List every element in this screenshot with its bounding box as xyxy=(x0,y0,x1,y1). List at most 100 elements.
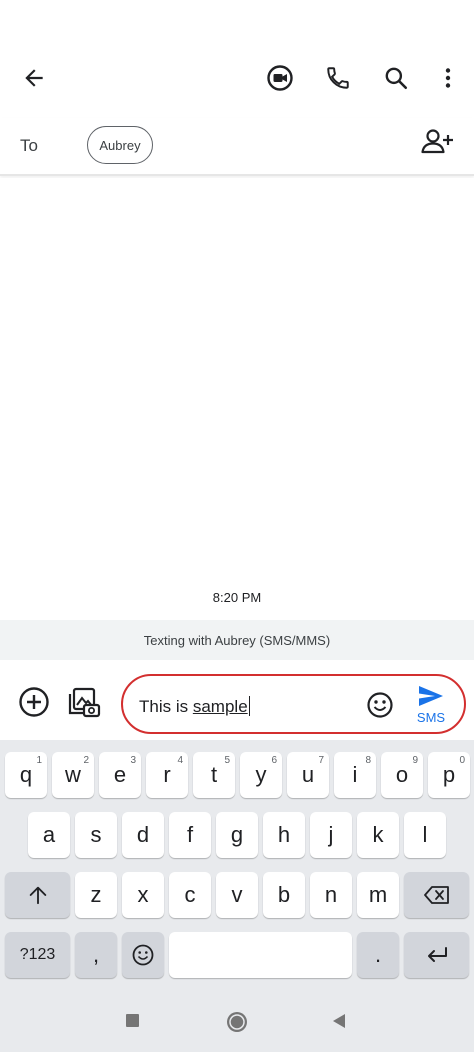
recents-square-icon xyxy=(126,1014,139,1027)
key-y[interactable]: y6 xyxy=(240,752,282,798)
key-hint: 1 xyxy=(36,755,42,766)
add-attachment-button[interactable] xyxy=(14,682,54,727)
recents-button[interactable] xyxy=(124,1012,142,1035)
phone-call-button[interactable] xyxy=(316,56,360,100)
key-w[interactable]: w2 xyxy=(52,752,94,798)
enter-arrow-icon xyxy=(427,947,447,962)
key-hint: 0 xyxy=(459,755,465,766)
key-x[interactable]: x xyxy=(122,872,164,918)
add-person-icon xyxy=(421,129,453,154)
key-label: u xyxy=(301,762,315,787)
system-nav-bar xyxy=(0,996,474,1052)
emoji-icon xyxy=(132,944,154,966)
back-button[interactable] xyxy=(12,56,56,100)
key-z[interactable]: z xyxy=(75,872,117,918)
key-label: t xyxy=(210,762,218,787)
key-n[interactable]: n xyxy=(310,872,352,918)
arrow-back-icon xyxy=(25,69,43,87)
recipient-chip[interactable]: Aubrey xyxy=(87,126,153,164)
period-key[interactable]: . xyxy=(357,932,399,978)
shift-key[interactable] xyxy=(5,872,70,918)
emoji-key[interactable] xyxy=(122,932,164,978)
key-label: r xyxy=(163,762,171,787)
key-hint: 9 xyxy=(412,755,418,766)
key-j[interactable]: j xyxy=(310,812,352,858)
key-label: i xyxy=(352,762,358,787)
back-triangle-icon xyxy=(333,1014,345,1028)
key-g[interactable]: g xyxy=(216,812,258,858)
key-label: w xyxy=(65,762,81,787)
key-u[interactable]: u7 xyxy=(287,752,329,798)
top-app-bar xyxy=(0,0,474,118)
key-hint: 5 xyxy=(224,755,230,766)
symbols-key[interactable]: ?123 xyxy=(5,932,70,978)
send-sms-button[interactable]: SMS xyxy=(411,684,451,726)
key-c[interactable]: c xyxy=(169,872,211,918)
phone-icon xyxy=(327,67,349,89)
key-k[interactable]: k xyxy=(357,812,399,858)
key-s[interactable]: s xyxy=(75,812,117,858)
recipient-row: To Aubrey xyxy=(0,118,474,176)
key-i[interactable]: i8 xyxy=(334,752,376,798)
key-r[interactable]: r4 xyxy=(146,752,188,798)
key-label: q xyxy=(19,762,33,787)
search-icon xyxy=(385,67,408,90)
video-call-button[interactable] xyxy=(258,56,302,100)
key-a[interactable]: a xyxy=(28,812,70,858)
add-circle-icon xyxy=(19,687,49,717)
home-circle-icon xyxy=(227,1012,247,1032)
emoji-icon xyxy=(367,692,393,718)
add-recipient-button[interactable] xyxy=(420,127,454,162)
emoji-button[interactable] xyxy=(366,691,394,724)
compose-bar: This is sample SMS xyxy=(0,660,474,740)
send-icon xyxy=(419,686,443,706)
key-b[interactable]: b xyxy=(263,872,305,918)
send-label: SMS xyxy=(416,710,446,725)
key-hint: 6 xyxy=(271,755,277,766)
key-q[interactable]: q1 xyxy=(5,752,47,798)
more-options-button[interactable] xyxy=(426,56,470,100)
message-text-composing: sample xyxy=(192,697,248,716)
enter-key[interactable] xyxy=(404,932,469,978)
texting-notice: Texting with Aubrey (SMS/MMS) xyxy=(0,620,474,660)
home-button[interactable] xyxy=(225,1010,249,1039)
key-label: y xyxy=(255,762,267,787)
message-input[interactable]: This is sample SMS xyxy=(121,674,466,734)
backspace-key[interactable] xyxy=(404,872,469,918)
key-m[interactable]: m xyxy=(357,872,399,918)
space-key[interactable] xyxy=(169,932,352,978)
key-e[interactable]: e3 xyxy=(99,752,141,798)
comma-key[interactable]: , xyxy=(75,932,117,978)
soft-keyboard: q1 w2 e3 r4 t5 y6 u7 i8 o9 p0 a s d f g … xyxy=(0,740,474,996)
key-f[interactable]: f xyxy=(169,812,211,858)
key-label: o xyxy=(395,762,409,787)
gallery-camera-icon xyxy=(68,687,101,718)
key-p[interactable]: p0 xyxy=(428,752,470,798)
conversation-area xyxy=(0,178,474,620)
key-hint: 2 xyxy=(83,755,89,766)
search-button[interactable] xyxy=(374,56,418,100)
message-timestamp: 8:20 PM xyxy=(212,590,262,605)
key-hint: 4 xyxy=(177,755,183,766)
key-h[interactable]: h xyxy=(263,812,305,858)
text-caret xyxy=(248,696,250,716)
backspace-icon xyxy=(423,886,449,904)
key-d[interactable]: d xyxy=(122,812,164,858)
to-label: To xyxy=(20,136,38,155)
key-o[interactable]: o9 xyxy=(381,752,423,798)
key-l[interactable]: l xyxy=(404,812,446,858)
video-call-icon xyxy=(267,65,293,91)
key-t[interactable]: t5 xyxy=(193,752,235,798)
back-nav-button[interactable] xyxy=(330,1012,348,1035)
message-text-plain: This is xyxy=(139,697,193,716)
message-input-text: This is sample xyxy=(139,696,250,717)
key-v[interactable]: v xyxy=(216,872,258,918)
more-vert-icon xyxy=(445,68,451,88)
key-hint: 3 xyxy=(130,755,136,766)
key-hint: 8 xyxy=(365,755,371,766)
key-label: e xyxy=(113,762,127,787)
key-hint: 7 xyxy=(318,755,324,766)
gallery-camera-button[interactable] xyxy=(64,682,104,727)
key-label: p xyxy=(442,762,456,787)
shift-arrow-icon xyxy=(29,886,46,905)
